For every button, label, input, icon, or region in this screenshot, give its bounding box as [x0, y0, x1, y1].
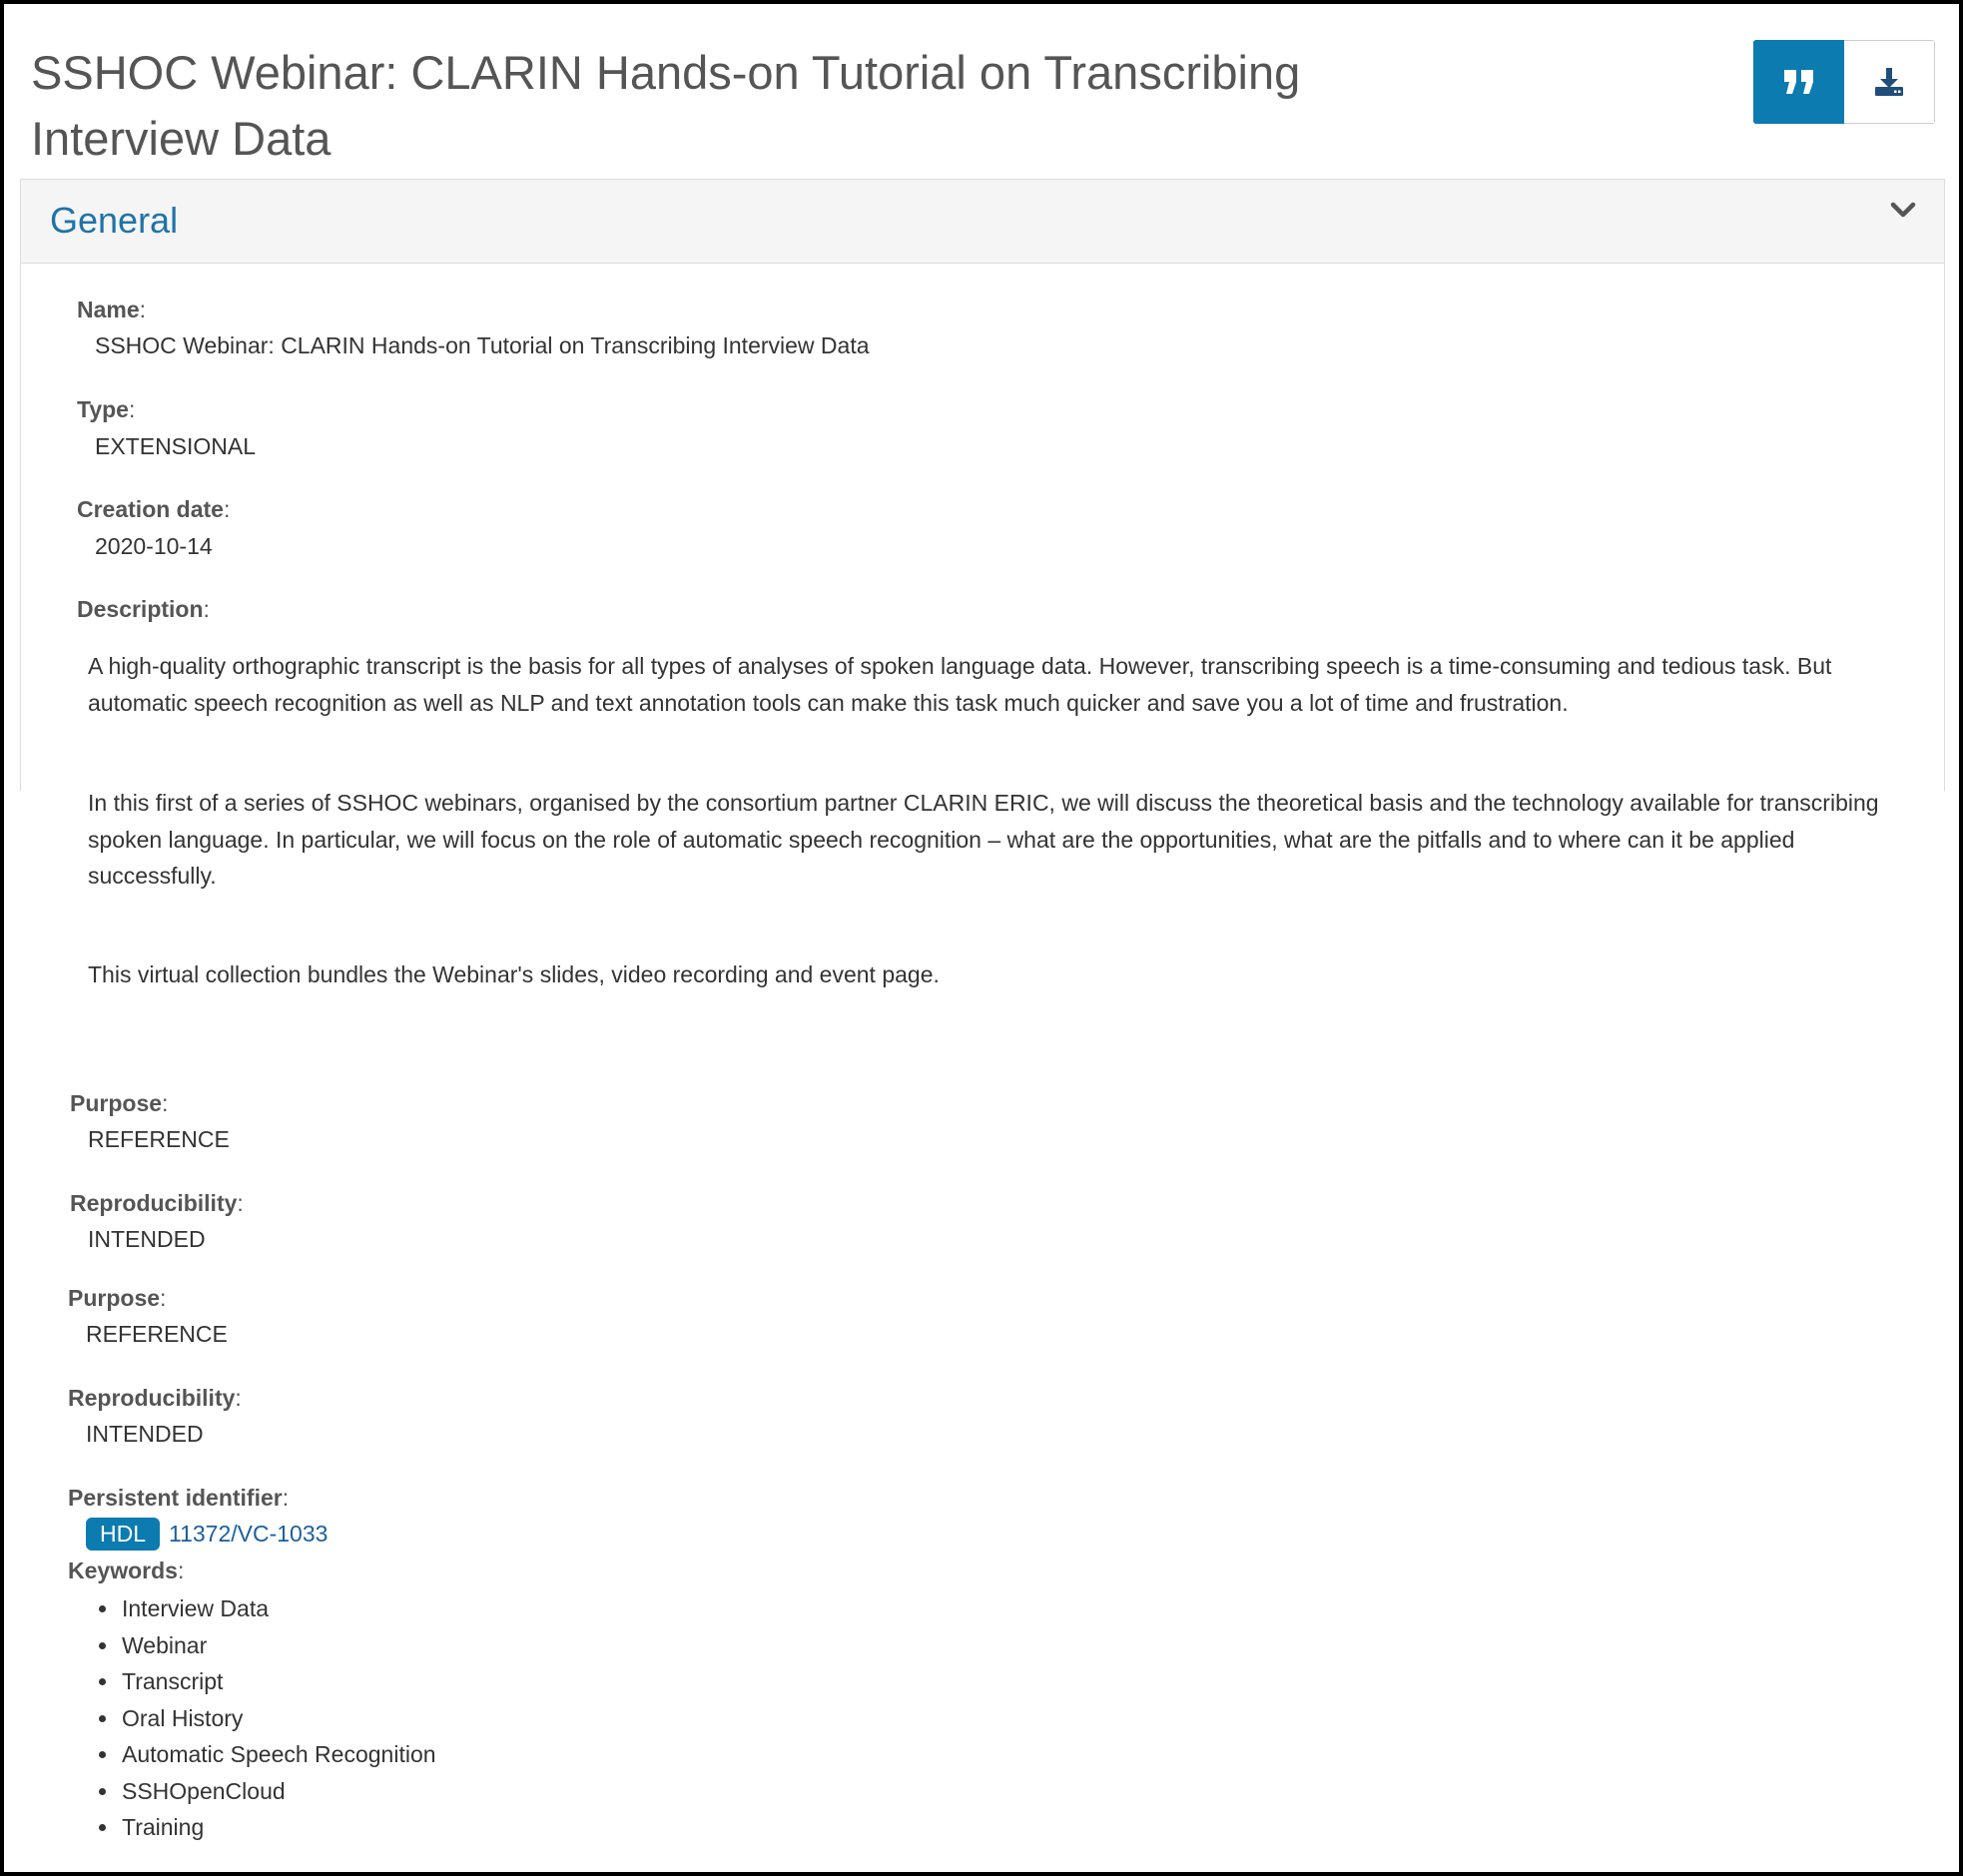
- persistent-identifier: HDL 11372/VC-1033: [86, 1517, 327, 1551]
- description-paragraph: This virtual collection bundles the Webi…: [88, 961, 940, 987]
- field-label-purpose: Purpose:: [68, 1285, 167, 1311]
- field-value-type: EXTENSIONAL: [95, 433, 257, 459]
- keyword-item: Transcript: [72, 1663, 436, 1700]
- field-value-creation-date: 2020-10-14: [95, 533, 213, 559]
- keyword-item: Automatic Speech Recognition: [72, 1736, 436, 1773]
- chevron-down-icon: [1890, 202, 1916, 218]
- field-label-type: Type:: [77, 396, 136, 422]
- field-label-reproducibility: Reproducibility:: [70, 1190, 244, 1216]
- field-label-purpose: Purpose:: [70, 1090, 169, 1116]
- keyword-item: Oral History: [72, 1700, 436, 1737]
- field-label-reproducibility: Reproducibility:: [68, 1385, 242, 1411]
- field-value-purpose: REFERENCE: [88, 1126, 230, 1152]
- download-icon: [1875, 68, 1903, 96]
- field-label-keywords: Keywords:: [68, 1558, 185, 1583]
- action-button-group: [1753, 40, 1935, 124]
- keyword-item: Interview Data: [72, 1590, 436, 1627]
- keyword-item: Training: [72, 1809, 436, 1846]
- handle-link[interactable]: 11372/VC-1033: [169, 1521, 327, 1548]
- description-paragraph: A high-quality orthographic transcript i…: [88, 653, 1832, 716]
- hdl-badge: HDL: [86, 1517, 161, 1551]
- download-button[interactable]: [1844, 40, 1935, 124]
- keyword-list: Interview Data Webinar Transcript Oral H…: [72, 1590, 436, 1846]
- field-label-creation-date: Creation date:: [77, 496, 231, 522]
- keyword-item: Webinar: [72, 1627, 436, 1664]
- panel-title: General: [50, 200, 179, 241]
- keyword-item: SSHOpenCloud: [72, 1773, 436, 1810]
- field-value-name: SSHOC Webinar: CLARIN Hands-on Tutorial …: [95, 332, 870, 358]
- field-value-purpose: REFERENCE: [86, 1321, 228, 1347]
- field-label-name: Name:: [77, 297, 147, 322]
- field-value-reproducibility: INTENDED: [86, 1421, 204, 1447]
- page-frame: SSHOC Webinar: CLARIN Hands-on Tutorial …: [0, 0, 1963, 1876]
- quote-icon: [1783, 70, 1813, 94]
- page-title: SSHOC Webinar: CLARIN Hands-on Tutorial …: [31, 46, 1301, 165]
- cite-button[interactable]: [1753, 40, 1844, 124]
- field-value-reproducibility: INTENDED: [88, 1226, 206, 1252]
- field-label-description: Description:: [77, 596, 210, 622]
- field-label-persistent-identifier: Persistent identifier:: [68, 1485, 290, 1511]
- description-paragraph: In this first of a series of SSHOC webin…: [88, 790, 1879, 889]
- general-panel-heading[interactable]: General: [20, 179, 1945, 264]
